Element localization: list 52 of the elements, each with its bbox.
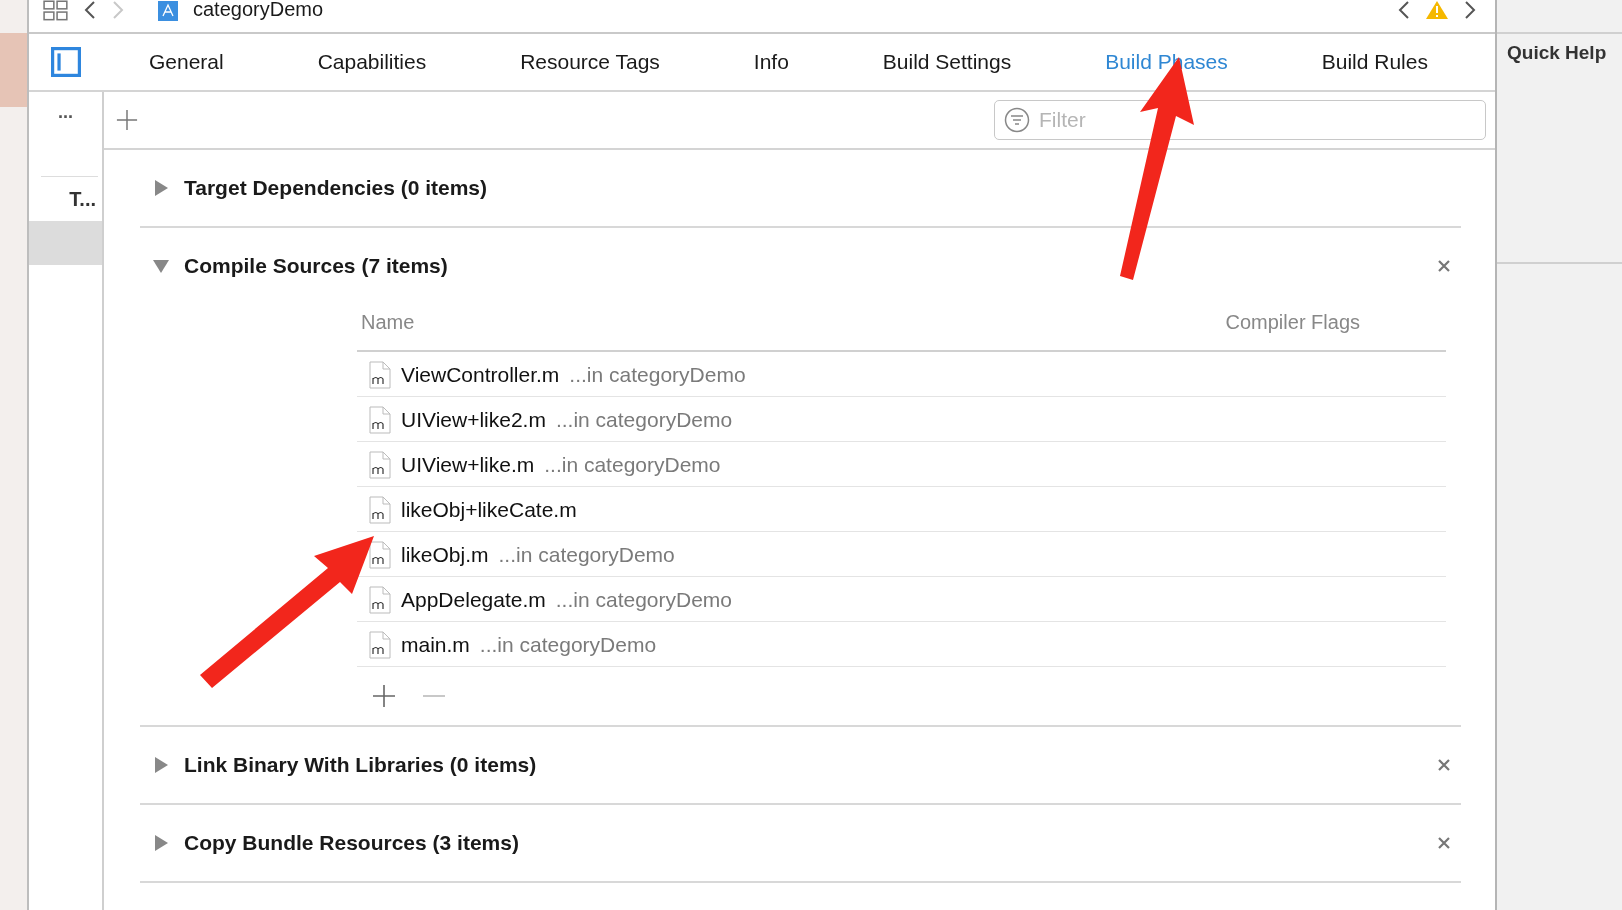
column-header: Compiler Flags: [1225, 310, 1360, 334]
file-icon: [369, 360, 391, 389]
phase-title: Target Dependencies (0 items): [184, 176, 488, 200]
forward-icon[interactable]: [1463, 0, 1477, 20]
file-location: ...in categoryDemo: [555, 587, 732, 612]
disclosure-icon[interactable]: [152, 756, 170, 774]
filter-icon: [1004, 107, 1030, 133]
file-name: likeObj+likeCate.m: [401, 497, 577, 522]
disclosure-icon[interactable]: [152, 179, 170, 197]
close-icon[interactable]: [1437, 259, 1451, 273]
file-location: ...in categoryDemo: [498, 542, 675, 567]
target-item[interactable]: T...: [29, 177, 102, 221]
file-location: ...in categoryDemo: [569, 362, 746, 387]
file-name: main.m: [401, 632, 470, 657]
sidebar-toggle-icon[interactable]: [50, 47, 81, 77]
column-header: Name: [361, 310, 415, 334]
filter-field[interactable]: Filter: [994, 100, 1486, 140]
file-name: UIView+like.m: [401, 452, 535, 477]
close-icon[interactable]: [1437, 836, 1451, 850]
file-icon: [369, 450, 391, 479]
file-name: likeObj.m: [401, 542, 489, 567]
tab[interactable]: General: [142, 46, 230, 78]
close-icon[interactable]: [1437, 758, 1451, 772]
file-name: ViewController.m: [401, 362, 560, 387]
file-name: AppDelegate.m: [401, 587, 546, 612]
file-location: ...in categoryDemo: [544, 452, 721, 477]
file-icon: [369, 405, 391, 434]
file-location: ...in categoryDemo: [555, 407, 733, 432]
tab[interactable]: Info: [747, 46, 795, 78]
grid-icon[interactable]: [43, 0, 69, 22]
file-name: UIView+like2.m: [401, 407, 546, 432]
disclosure-icon[interactable]: [152, 257, 170, 275]
disclosure-icon[interactable]: [152, 834, 170, 852]
file-icon: [369, 630, 391, 659]
add-icon[interactable]: [116, 109, 138, 131]
more-button[interactable]: ...: [58, 101, 73, 123]
panel-title: Quick Help: [1507, 42, 1607, 63]
back-icon[interactable]: [83, 0, 97, 20]
add-icon[interactable]: [372, 684, 396, 708]
tab[interactable]: Build Rules: [1315, 46, 1434, 78]
file-location: ...in categoryDemo: [479, 632, 657, 657]
phase-title: Compile Sources (7 items): [184, 254, 448, 278]
back-icon[interactable]: [1397, 0, 1411, 20]
tab[interactable]: Resource Tags: [514, 46, 666, 78]
file-icon: [369, 495, 391, 524]
file-icon: [369, 540, 391, 569]
project-title: categoryDemo: [193, 0, 324, 21]
file-icon: [369, 585, 391, 614]
tab[interactable]: Build Settings: [876, 46, 1018, 78]
tab[interactable]: Capabilities: [311, 46, 433, 78]
phase-title: Copy Bundle Resources (3 items): [184, 831, 519, 855]
phase-title: Link Binary With Libraries (0 items): [184, 753, 537, 777]
